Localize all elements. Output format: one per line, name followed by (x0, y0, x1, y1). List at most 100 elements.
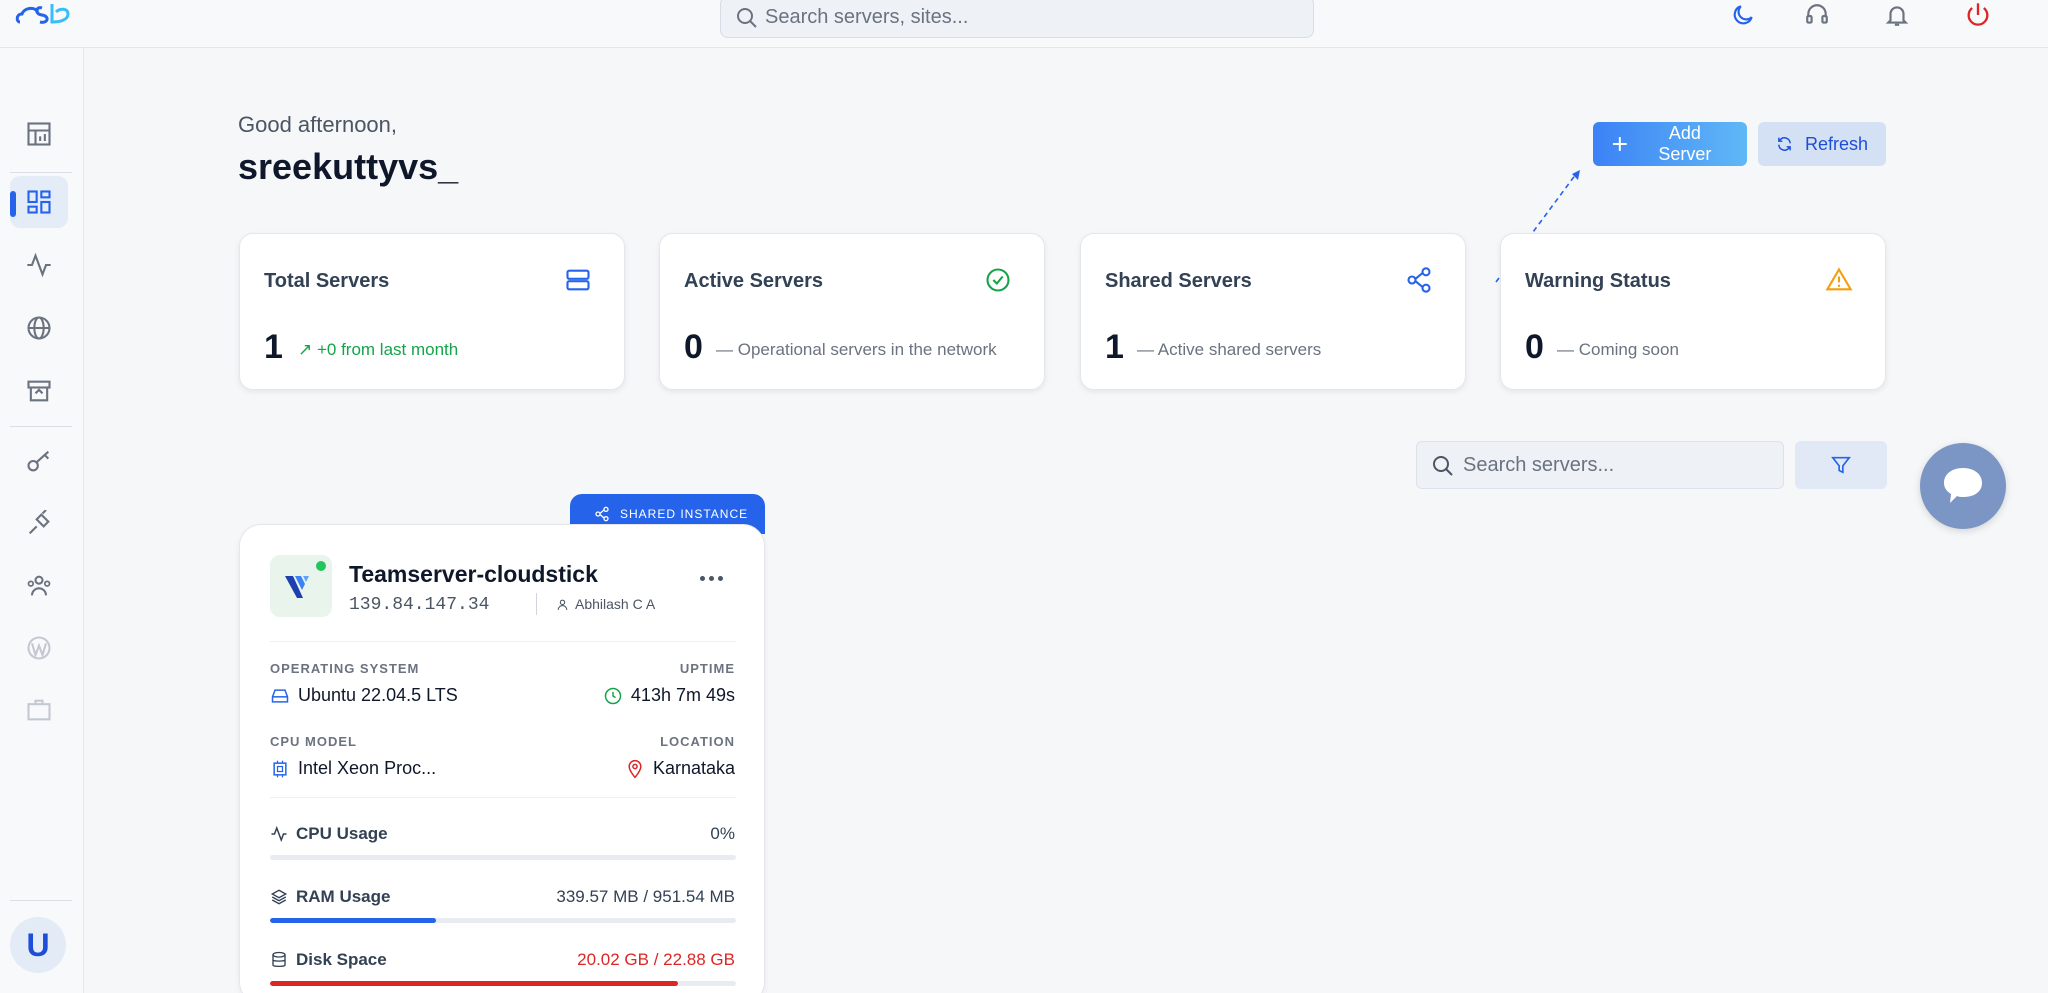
os-label: OPERATING SYSTEM (270, 661, 420, 676)
nav-dashboard[interactable] (10, 176, 68, 228)
cpu-usage-text: CPU Usage (296, 824, 388, 843)
filter-button[interactable] (1795, 441, 1887, 489)
trend-up-icon: ↗ (298, 340, 317, 359)
disk-space-label: Disk Space (270, 950, 387, 970)
layers-icon (270, 889, 288, 905)
map-pin-icon (628, 759, 642, 778)
user-icon (557, 599, 568, 610)
refresh-icon (1778, 137, 1791, 151)
analytics-icon (27, 122, 51, 146)
server-search[interactable] (1416, 441, 1784, 489)
uptime-text: 413h 7m 49s (630, 685, 735, 705)
cpu-usage-label: CPU Usage (270, 824, 388, 844)
ram-usage-bar-fill (270, 918, 437, 923)
os-text: Ubuntu 22.04.5 LTS (298, 685, 458, 705)
add-server-button[interactable]: Add Server (1593, 122, 1747, 166)
cpu-model-value: Intel Xeon Proc... (270, 758, 436, 779)
ram-usage-label: RAM Usage (270, 887, 390, 907)
top-bar (0, 0, 2048, 48)
globe-icon (27, 316, 51, 340)
server-card[interactable]: Teamserver-cloudstick 139.84.147.34 Abhi… (239, 524, 765, 993)
stat-card-total-servers: Total Servers 1 ↗ +0 from last month (239, 233, 625, 390)
warning-icon (1825, 267, 1853, 291)
greeting: Good afternoon, (238, 112, 398, 137)
stat-value: 0 (1525, 328, 1544, 366)
cpu-icon (273, 760, 287, 777)
nav-integrations[interactable] (10, 498, 68, 550)
database-icon (272, 951, 286, 968)
disk-space-text: Disk Space (296, 950, 387, 969)
activity-icon (271, 825, 287, 843)
divider (270, 641, 736, 642)
stat-title: Total Servers (264, 270, 390, 292)
active-nav-indicator (10, 191, 16, 217)
stat-sub-text: +0 from last month (316, 340, 459, 359)
ram-usage-text: RAM Usage (296, 887, 391, 906)
location-label: LOCATION (660, 734, 735, 749)
global-search[interactable] (720, 0, 1314, 38)
stat-card-active-servers: Active Servers 0 — Operational servers i… (659, 233, 1045, 390)
global-search-input[interactable] (765, 0, 1285, 37)
power-icon[interactable] (1962, 0, 1994, 30)
headset-icon[interactable] (1801, 0, 1833, 30)
nav-globe[interactable] (10, 302, 68, 354)
server-name[interactable]: Teamserver-cloudstick (349, 561, 598, 588)
stat-value: 1 (1105, 328, 1124, 366)
location-value: Karnataka (625, 758, 735, 779)
filter-icon (1831, 456, 1851, 474)
divider (270, 797, 736, 798)
online-status-dot (314, 559, 328, 573)
nav-keys[interactable] (10, 435, 68, 487)
nav-analytics[interactable] (10, 108, 68, 160)
archive-icon (27, 380, 51, 402)
sidebar (0, 48, 84, 993)
chat-widget-button[interactable] (1920, 443, 2006, 529)
server-owner: Abhilash C A (556, 596, 655, 612)
shared-instance-label: SHARED INSTANCE (620, 507, 749, 521)
nav-activity[interactable] (10, 239, 68, 291)
disk-space-value: 20.02 GB / 22.88 GB (577, 950, 735, 969)
key-icon (27, 450, 50, 472)
stat-title: Shared Servers (1105, 270, 1252, 292)
add-server-label: Add Server (1658, 123, 1712, 164)
nav-divider (10, 172, 72, 173)
os-value: Ubuntu 22.04.5 LTS (270, 685, 458, 706)
server-search-input[interactable] (1463, 442, 1763, 488)
bell-icon[interactable] (1881, 0, 1913, 30)
moon-icon[interactable] (1727, 0, 1759, 30)
more-options-icon[interactable] (696, 571, 726, 585)
page-title: sreekuttyvs_ (238, 146, 459, 187)
stat-value: 1 (264, 328, 283, 366)
stat-card-warning-status: Warning Status 0 — Coming soon (1500, 233, 1886, 390)
divider (536, 593, 537, 615)
refresh-button[interactable]: Refresh (1758, 122, 1886, 166)
activity-icon (27, 252, 51, 278)
check-circle-icon (986, 268, 1010, 292)
location-text: Karnataka (652, 758, 735, 778)
app-logo[interactable] (14, 0, 74, 28)
nav-briefcase[interactable] (10, 684, 68, 736)
wordpress-icon (27, 636, 51, 660)
stat-title: Warning Status (1525, 270, 1671, 292)
stat-sub: — Operational servers in the network (716, 340, 997, 359)
search-icon (1433, 456, 1453, 476)
ram-usage-bar (270, 918, 736, 923)
share-icon (1407, 267, 1431, 293)
nav-team[interactable] (10, 560, 68, 612)
avatar[interactable]: U (10, 917, 66, 973)
nav-wordpress[interactable] (10, 622, 68, 674)
hard-drive-icon (271, 688, 289, 703)
stat-sub: ↗ +0 from last month (298, 340, 458, 360)
nav-archive[interactable] (10, 365, 68, 417)
stat-sub: — Active shared servers (1137, 340, 1322, 359)
ram-usage-value: 339.57 MB / 951.54 MB (556, 887, 735, 906)
users-icon (27, 575, 51, 596)
nav-divider (10, 900, 72, 901)
nav-divider (10, 426, 72, 427)
clock-icon (604, 687, 622, 704)
dashboard-icon (27, 190, 51, 214)
stat-value: 0 (684, 328, 703, 366)
disk-space-bar (270, 981, 736, 986)
stat-sub-text: Coming soon (1578, 340, 1679, 359)
server-icon (566, 269, 590, 291)
